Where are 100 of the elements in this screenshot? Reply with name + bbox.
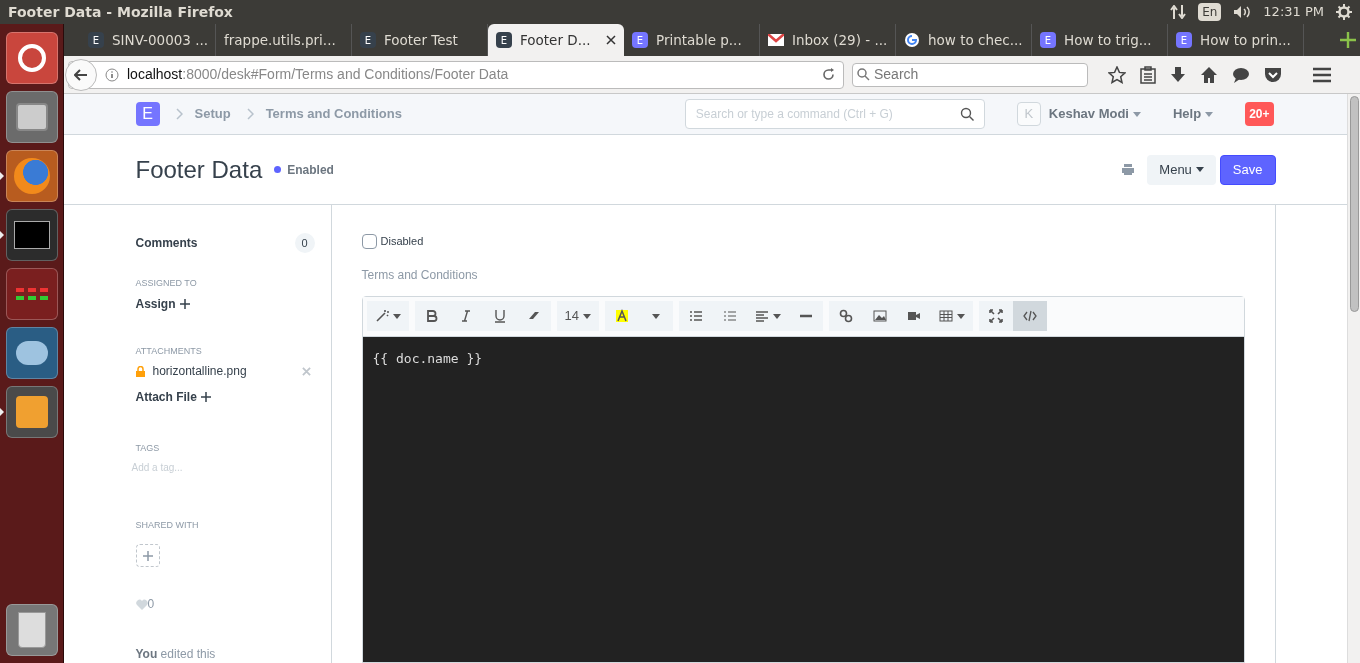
terminal-icon[interactable]: [6, 208, 58, 261]
align-icon: [754, 309, 769, 323]
font-size-button[interactable]: 14: [556, 301, 599, 331]
field-label: Terms and Conditions: [361, 266, 479, 284]
calculator-icon[interactable]: [6, 267, 58, 320]
home-icon[interactable]: [1200, 65, 1218, 84]
numbered-list-icon: [722, 309, 737, 323]
pocket-icon[interactable]: [1264, 65, 1282, 84]
g-logo-icon: [904, 32, 920, 48]
table-button[interactable]: [930, 301, 973, 331]
magic-wand-button[interactable]: [366, 301, 409, 331]
bullet-list-button[interactable]: [678, 301, 713, 331]
magic-wand-icon: [374, 309, 389, 323]
keyboard-layout-indicator[interactable]: En: [1198, 3, 1222, 21]
status-label: Enabled: [287, 161, 334, 179]
search-icon: [857, 68, 870, 81]
window-title: Footer Data - Mozilla Firefox: [8, 2, 233, 22]
network-arrows-icon[interactable]: [1170, 5, 1187, 19]
app-icon: E: [360, 32, 376, 48]
url-text: localhost:8000/desk#Form/Terms and Conditions/Footer Data: [127, 65, 509, 84]
bullet-list-icon: [688, 309, 703, 323]
font-color-button[interactable]: [604, 301, 639, 331]
clipboard-icon[interactable]: [1140, 65, 1156, 84]
browser-icon[interactable]: [6, 149, 58, 202]
caret-icon: [1195, 167, 1204, 172]
clock[interactable]: 12:31 PM: [1263, 2, 1324, 22]
activity-text: You edited this: [135, 646, 217, 663]
page-title: Footer Data: [135, 154, 263, 185]
attach-file-link[interactable]: Attach File: [135, 388, 197, 406]
browser-tab[interactable]: E Footer D...: [488, 24, 624, 56]
running-indicator-icon: [0, 407, 4, 416]
color-dropdown-button[interactable]: [638, 301, 673, 331]
menu-icon[interactable]: [1312, 66, 1332, 83]
code-editor[interactable]: {{ doc.name }}: [362, 336, 1244, 662]
section-heading: TAGS: [135, 442, 161, 455]
section-heading: ATTACHMENTS: [135, 344, 203, 358]
plus-icon[interactable]: [179, 298, 190, 309]
attachment-link[interactable]: horizontalline.png: [152, 362, 247, 380]
caret-icon: [1132, 111, 1141, 117]
reload-icon[interactable]: [822, 68, 835, 81]
running-indicator-icon: [0, 171, 4, 180]
caret-icon: [772, 313, 781, 319]
arrow-left-icon: [74, 68, 88, 81]
scrollbar[interactable]: [1347, 94, 1360, 663]
assign-link[interactable]: Assign: [135, 294, 176, 313]
star-icon[interactable]: [1108, 65, 1126, 84]
address-bar[interactable]: localhost:8000/desk#Form/Terms and Conditions/Footer Data: [68, 60, 844, 89]
picture-icon: [872, 309, 887, 323]
fullscreen-icon: [988, 309, 1003, 323]
help-menu[interactable]: Help: [1172, 104, 1214, 124]
code-view-icon: [1022, 309, 1037, 323]
video-icon: [906, 309, 921, 323]
comments-link[interactable]: Comments: [135, 234, 198, 252]
info-icon[interactable]: [105, 67, 119, 82]
download-icon[interactable]: [1170, 65, 1186, 84]
chevron-right-icon: [175, 108, 183, 120]
like-count: 0: [147, 596, 155, 613]
underline-icon: [492, 309, 507, 323]
running-indicator-icon: [0, 230, 4, 239]
section-heading: ASSIGNED TO: [135, 277, 198, 290]
app-icon: E: [1040, 32, 1056, 48]
horizontal-rule-button[interactable]: [788, 301, 823, 331]
user-menu[interactable]: Keshav Modi: [1048, 104, 1141, 124]
app-icon: E: [88, 32, 104, 48]
back-button[interactable]: [65, 58, 97, 91]
code-view-button[interactable]: [1012, 301, 1047, 331]
search-icon: [959, 107, 974, 121]
font-color-icon: [614, 309, 629, 323]
code-text: {{ doc.name }}: [372, 350, 483, 366]
caret-icon: [582, 313, 591, 319]
comment-count: 0: [294, 233, 315, 253]
checkbox-label: Disabled: [380, 234, 424, 249]
envelope-icon: [768, 34, 784, 46]
checkbox[interactable]: [361, 233, 377, 249]
trash-icon[interactable]: [6, 603, 58, 656]
caret-icon: [956, 313, 965, 319]
dash-icon[interactable]: [6, 31, 58, 84]
file-cabinet-icon[interactable]: [6, 90, 58, 143]
app-icon: E: [1176, 32, 1192, 48]
chevron-right-icon: [246, 108, 254, 120]
speaker-icon[interactable]: [1233, 5, 1252, 19]
app-icon: E: [496, 32, 512, 48]
printer-icon[interactable]: [1121, 163, 1136, 176]
new-tab-icon[interactable]: [1340, 32, 1356, 48]
table-icon: [938, 309, 953, 323]
bold-button[interactable]: [414, 301, 449, 331]
save-button[interactable]: Save: [1219, 154, 1276, 185]
speech-bubble-icon[interactable]: [1232, 65, 1250, 84]
caret-icon: [392, 313, 401, 319]
app-logo[interactable]: E: [135, 102, 160, 126]
settings-icon[interactable]: [1336, 4, 1352, 20]
plus-icon[interactable]: [200, 392, 211, 402]
close-icon[interactable]: [606, 35, 616, 45]
link-icon: [838, 309, 853, 323]
menu-button[interactable]: Menu: [1147, 154, 1216, 185]
fullscreen-button[interactable]: [978, 301, 1013, 331]
browser-search-field[interactable]: Search: [852, 62, 1088, 87]
eraser-button[interactable]: [516, 301, 551, 331]
lock-icon: [135, 365, 145, 377]
link-button[interactable]: [828, 301, 863, 331]
